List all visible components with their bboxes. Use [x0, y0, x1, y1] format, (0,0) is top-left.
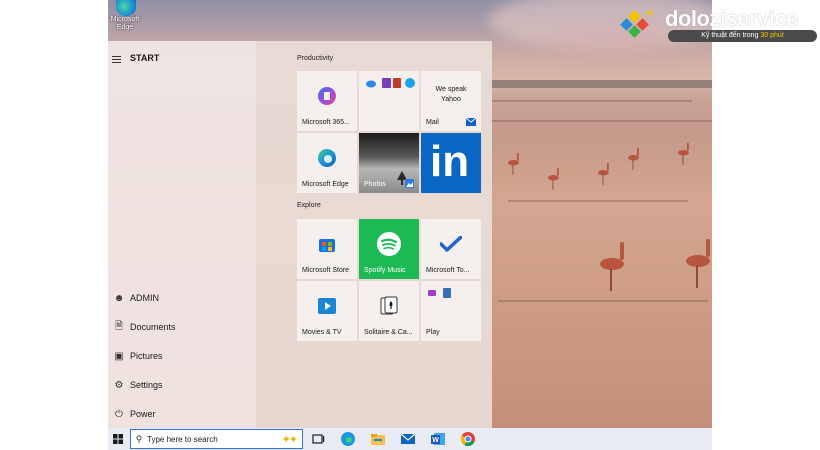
- sidebar-item-power[interactable]: ⏻ Power: [108, 403, 256, 425]
- picture-icon: ▣: [114, 350, 124, 362]
- sidebar-item-label: ADMIN: [130, 293, 159, 303]
- tile-linkedin[interactable]: in: [421, 133, 481, 193]
- sidebar-item-label: Power: [130, 409, 156, 419]
- power-icon: ⏻: [115, 408, 123, 420]
- store-icon: [319, 239, 335, 253]
- search-input[interactable]: ⚲ Type here to search ✦✦: [130, 429, 303, 449]
- start-menu-title: START: [130, 53, 160, 63]
- movies-icon: [318, 298, 336, 315]
- spotify-icon: [377, 232, 401, 257]
- tile-photos[interactable]: Photos: [359, 133, 419, 193]
- tile-label: Spotify Music: [364, 267, 406, 274]
- tile-microsoft-store[interactable]: Microsoft Store: [297, 219, 357, 279]
- windows-logo-icon[interactable]: [110, 431, 126, 447]
- document-icon: 🗎: [114, 320, 124, 332]
- games-icon: [428, 288, 451, 298]
- tile-label: Play: [426, 329, 440, 336]
- user-icon: ☻: [113, 292, 125, 304]
- solitaire-icon: [380, 296, 398, 315]
- tagline-highlight: 30 phút: [760, 32, 784, 39]
- file-explorer-icon[interactable]: [370, 431, 386, 447]
- tile-movies-tv[interactable]: Movies & TV: [297, 281, 357, 341]
- brand-logo-icon: [620, 8, 655, 38]
- watermark-brand: doloziservice Kỹ thuật đến trong 30 phút: [620, 4, 820, 46]
- desktop-icon-edge[interactable]: Microsoft Edge: [108, 0, 142, 40]
- edge-icon[interactable]: [340, 431, 356, 447]
- search-placeholder: Type here to search: [147, 434, 218, 444]
- photos-icon: [405, 179, 414, 188]
- hamburger-menu-icon[interactable]: [112, 56, 121, 63]
- edge-icon: [116, 0, 136, 16]
- tile-spotify[interactable]: Spotify Music: [359, 219, 419, 279]
- mail-icon: [466, 118, 476, 126]
- chrome-icon[interactable]: [460, 431, 476, 447]
- water-ripple: [498, 300, 708, 302]
- sidebar-item-documents[interactable]: 🗎 Documents: [108, 316, 256, 338]
- tile-label: Microsoft Store: [302, 267, 350, 274]
- edge-icon: [318, 149, 336, 168]
- horizon: [488, 80, 712, 88]
- search-icon: ⚲: [135, 433, 143, 444]
- start-menu-sidebar: [108, 41, 256, 428]
- tile-label: Photos: [364, 181, 386, 188]
- tile-label: Microsoft 365...: [302, 119, 350, 126]
- tile-solitaire[interactable]: Solitaire & Ca...: [359, 281, 419, 341]
- gear-icon: ⚙: [114, 379, 124, 391]
- task-view-icon[interactable]: [310, 431, 326, 447]
- sidebar-item-user[interactable]: ☻ ADMIN: [108, 287, 256, 309]
- office-apps-icon: [366, 78, 415, 88]
- tile-microsoft-todo[interactable]: Microsoft To...: [421, 219, 481, 279]
- sidebar-item-label: Documents: [130, 322, 176, 332]
- svg-text:W: W: [432, 437, 439, 444]
- microsoft-365-icon: [318, 87, 336, 106]
- linkedin-icon: in: [430, 137, 470, 186]
- water-ripple: [508, 200, 688, 202]
- sidebar-item-label: Settings: [130, 380, 163, 390]
- todo-check-icon: [440, 236, 462, 252]
- tile-label: Microsoft Edge: [302, 181, 349, 188]
- word-icon[interactable]: W: [430, 431, 446, 447]
- group-label-productivity: Productivity: [297, 55, 334, 62]
- tile-mail[interactable]: We speak Yahoo Mail: [421, 71, 481, 131]
- brand-name: doloziservice: [665, 6, 798, 31]
- tile-label: Solitaire & Ca...: [364, 329, 413, 336]
- brand-tagline: Kỹ thuật đến trong 30 phút: [668, 30, 817, 42]
- sidebar-item-pictures[interactable]: ▣ Pictures: [108, 345, 256, 367]
- tile-label: Microsoft To...: [426, 267, 470, 274]
- tile-play[interactable]: Play: [421, 281, 481, 341]
- sidebar-item-label: Pictures: [130, 351, 163, 361]
- desktop-icon-label: Microsoft Edge: [110, 16, 140, 31]
- taskbar: ⚲ Type here to search ✦✦ W: [108, 428, 712, 450]
- tile-label: Movies & TV: [302, 329, 342, 336]
- tile-microsoft-edge[interactable]: Microsoft Edge: [297, 133, 357, 193]
- sidebar-item-settings[interactable]: ⚙ Settings: [108, 374, 256, 396]
- mail-tile-text: We speak Yahoo: [435, 86, 467, 103]
- water-ripple: [492, 120, 712, 122]
- mail-icon[interactable]: [400, 431, 416, 447]
- tile-label: Mail: [426, 119, 439, 126]
- group-label-explore: Explore: [297, 202, 321, 209]
- tile-microsoft-365[interactable]: Microsoft 365...: [297, 71, 357, 131]
- tile-office-apps[interactable]: [359, 71, 419, 131]
- desktop: Microsoft Edge START ☻ ADMIN 🗎 Documents…: [108, 0, 712, 450]
- tagline-prefix: Kỹ thuật đến trong: [701, 32, 759, 39]
- water-ripple: [492, 100, 692, 102]
- sparkle-icon: ✦✦: [281, 433, 298, 446]
